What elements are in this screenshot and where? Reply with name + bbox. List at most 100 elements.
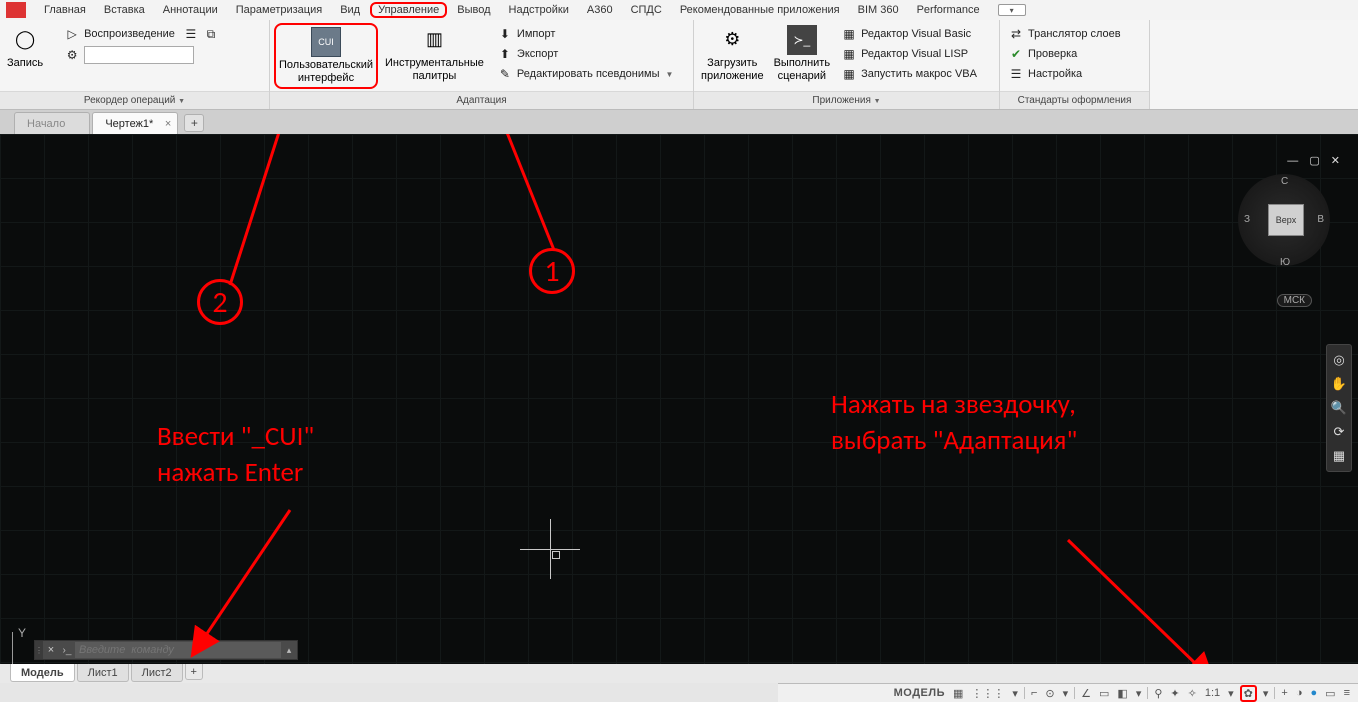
status-isolate-icon[interactable]: +: [1279, 687, 1289, 699]
viewcube-north[interactable]: С: [1281, 176, 1288, 187]
add-layout-button[interactable]: +: [185, 664, 203, 680]
layout-tab-sheet1[interactable]: Лист1: [77, 664, 129, 682]
rec-prefs-icon[interactable]: ⚙: [64, 47, 80, 63]
panel-title-recorder[interactable]: Рекордер операций ▼: [0, 91, 269, 109]
status-transparency-icon[interactable]: ◧: [1115, 687, 1129, 700]
status-dropdown-3[interactable]: ▾: [1134, 687, 1144, 700]
cmd-history-icon[interactable]: ›_: [59, 645, 75, 656]
play-button[interactable]: ▷ Воспроизведение ☰ ⧉: [60, 25, 223, 43]
menu-parametric[interactable]: Параметризация: [228, 2, 330, 18]
export-button[interactable]: ⬆ Экспорт: [493, 45, 677, 63]
ucs-y-label: Y: [18, 626, 26, 640]
arrow-to-manage-tab: [448, 134, 588, 264]
viewcube-south[interactable]: Ю: [1280, 257, 1290, 268]
close-tab-icon[interactable]: ×: [165, 118, 171, 130]
menu-home[interactable]: Главная: [36, 2, 94, 18]
status-polar-icon[interactable]: ⊙: [1043, 687, 1056, 700]
menu-output[interactable]: Вывод: [449, 2, 498, 18]
status-ortho-icon[interactable]: ⌐: [1029, 687, 1039, 699]
status-customize-gear[interactable]: ✿: [1240, 685, 1257, 702]
vba-editor-button[interactable]: ▦ Редактор Visual Basic: [837, 25, 981, 43]
menu-view[interactable]: Вид: [332, 2, 368, 18]
command-input[interactable]: [75, 642, 281, 658]
tab-drawing1[interactable]: Чертеж1* ×: [92, 112, 178, 134]
menu-bim360[interactable]: BIM 360: [850, 2, 907, 18]
nav-orbit-icon[interactable]: ⟳: [1330, 423, 1348, 441]
menu-addins[interactable]: Надстройки: [501, 2, 577, 18]
status-grid-icon[interactable]: ▦: [951, 687, 965, 700]
load-app-button[interactable]: ⚙ Загрузить приложение: [698, 23, 767, 85]
edit-aliases-button[interactable]: ✎ Редактировать псевдонимы ▼: [493, 65, 677, 83]
trans-label: Транслятор слоев: [1028, 28, 1121, 40]
tool-palettes-button[interactable]: ▥ Инструментальные палитры: [382, 23, 487, 85]
macro-name-input[interactable]: [84, 46, 194, 64]
status-model-toggle[interactable]: МОДЕЛЬ: [892, 687, 947, 699]
nav-zoom-icon[interactable]: 🔍: [1330, 399, 1348, 417]
cui-label1: Пользовательский: [279, 59, 373, 72]
status-lineweight-icon[interactable]: ▭: [1097, 687, 1111, 700]
rec-options-icon[interactable]: ☰: [183, 26, 199, 42]
menu-insert[interactable]: Вставка: [96, 2, 153, 18]
status-dynucs-icon[interactable]: ✧: [1186, 687, 1199, 700]
vlisp-editor-button[interactable]: ▦ Редактор Visual LISP: [837, 45, 981, 63]
status-dropdown-2[interactable]: ▾: [1061, 687, 1071, 700]
menu-a360[interactable]: A360: [579, 2, 621, 18]
arrow-to-cui-button: [200, 134, 400, 300]
status-hardware-icon[interactable]: ◑: [1294, 687, 1305, 699]
new-tab-button[interactable]: +: [184, 114, 204, 132]
status-3dosnap-icon[interactable]: ✦: [1168, 687, 1181, 700]
ucs-tag[interactable]: МСК: [1277, 294, 1312, 307]
play-icon: ▷: [64, 26, 80, 42]
panel-title-standards[interactable]: Стандарты оформления: [1000, 91, 1149, 109]
status-scale-dropdown[interactable]: ▾: [1226, 687, 1236, 700]
menu-annotate[interactable]: Аннотации: [155, 2, 226, 18]
status-dropdown-1[interactable]: ▾: [1010, 687, 1020, 700]
tab-start[interactable]: Начало: [14, 112, 90, 134]
translator-icon: ⇄: [1008, 26, 1024, 42]
panel-title-applications[interactable]: Приложения ▼: [694, 91, 999, 109]
menu-strip: Главная Вставка Аннотации Параметризация…: [0, 0, 1358, 20]
import-button[interactable]: ⬇ Импорт: [493, 25, 677, 43]
macro-icon: ▦: [841, 66, 857, 82]
status-cleanscreen-icon[interactable]: ●: [1309, 687, 1320, 699]
check-standards-button[interactable]: ✔ Проверка: [1004, 45, 1125, 63]
cui-button[interactable]: CUI Пользовательский интерфейс: [274, 23, 378, 89]
command-line[interactable]: ⋮ × ›_ ▴: [34, 640, 298, 660]
nav-pan-icon[interactable]: ✋: [1330, 375, 1348, 393]
status-cycling-icon[interactable]: ⚲: [1152, 687, 1164, 700]
record-icon: ◯: [10, 25, 40, 55]
status-annoscale-label[interactable]: 1:1: [1203, 687, 1222, 699]
menu-recommended[interactable]: Рекомендованные приложения: [672, 2, 848, 18]
layer-translator-button[interactable]: ⇄ Транслятор слоев: [1004, 25, 1125, 43]
status-dropdown-4[interactable]: ▾: [1261, 687, 1271, 700]
status-snap-icon[interactable]: ⋮⋮⋮: [969, 687, 1006, 700]
cmd-close-icon[interactable]: ×: [43, 644, 59, 656]
ribbon-state-dropdown[interactable]: ▾: [998, 4, 1026, 16]
viewcube[interactable]: Верх С Ю З В: [1238, 174, 1330, 266]
run-macro-button[interactable]: ▦ Запустить макрос VBA: [837, 65, 981, 83]
configure-standards-button[interactable]: ☰ Настройка: [1004, 65, 1125, 83]
menu-spds[interactable]: СПДС: [623, 2, 670, 18]
layout-tab-model[interactable]: Модель: [10, 664, 75, 682]
viewcube-east[interactable]: В: [1317, 214, 1324, 225]
viewcube-west[interactable]: З: [1244, 214, 1250, 225]
panel-title-customize[interactable]: Адаптация: [270, 91, 693, 109]
nav-showmotion-icon[interactable]: ▦: [1330, 447, 1348, 465]
record-button[interactable]: ◯ Запись: [4, 23, 46, 72]
cmd-recent-dropdown[interactable]: ▴: [281, 645, 297, 656]
status-menu-icon[interactable]: ≡: [1342, 687, 1352, 699]
rec-tree-icon[interactable]: ⧉: [203, 26, 219, 42]
menu-manage[interactable]: Управление: [370, 2, 447, 18]
layout-tab-sheet2[interactable]: Лист2: [131, 664, 183, 682]
run-script-button[interactable]: ≻_ Выполнить сценарий: [771, 23, 833, 85]
status-osnap-icon[interactable]: ∠: [1079, 687, 1093, 700]
cmd-grip[interactable]: ⋮: [35, 641, 43, 659]
nav-wheel-icon[interactable]: ◎: [1330, 351, 1348, 369]
viewcube-face[interactable]: Верх: [1268, 204, 1304, 236]
menu-performance[interactable]: Performance: [909, 2, 988, 18]
aliases-icon: ✎: [497, 66, 513, 82]
load-label1: Загрузить: [707, 57, 757, 70]
drawing-canvas[interactable]: — ▢ ✕ Верх С Ю З В МСК ◎ ✋ 🔍 ⟳ ▦ Y ⋮ × ›…: [0, 134, 1358, 664]
status-fullscreen-icon[interactable]: ▭: [1323, 687, 1337, 700]
viewport-window-controls[interactable]: — ▢ ✕: [1287, 154, 1344, 167]
